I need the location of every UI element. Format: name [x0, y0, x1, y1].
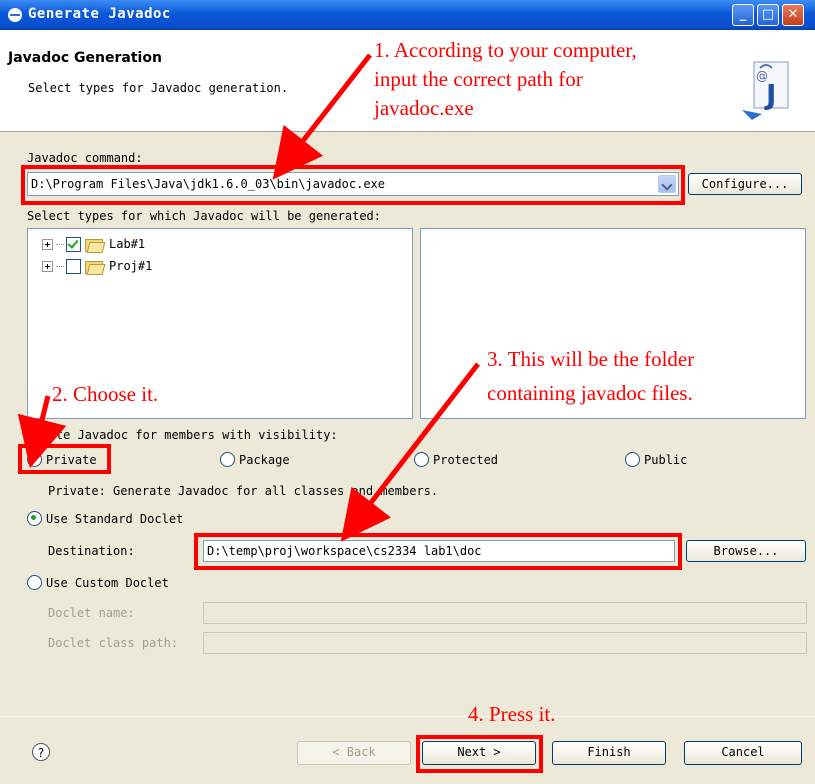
highlight-javadoc-command: [21, 165, 685, 205]
footer-separator: [0, 716, 815, 717]
radio-icon[interactable]: [414, 452, 429, 467]
minimize-button[interactable]: _: [732, 4, 754, 26]
highlight-private: [18, 444, 111, 474]
types-label: Select types for which Javadoc will be g…: [27, 209, 382, 223]
page-title: Javadoc Generation: [8, 50, 162, 66]
radio-standard-doclet[interactable]: Use Standard Doclet: [27, 511, 183, 526]
tree-item-label: Lab#1: [109, 237, 146, 251]
expand-icon[interactable]: [42, 260, 53, 272]
annotation-1-line2: input the correct path for: [374, 67, 583, 91]
destination-label: Destination:: [48, 544, 135, 558]
highlight-destination: [194, 533, 682, 570]
tree-item-proj1[interactable]: Proj#1: [42, 257, 152, 275]
proj1-checkbox[interactable]: [66, 258, 81, 274]
browse-button[interactable]: Browse...: [686, 540, 806, 562]
visibility-label: Create Javadoc for members with visibili…: [27, 428, 338, 442]
page-subtitle: Select types for Javadoc generation.: [28, 81, 289, 95]
doclet-name-label: Doclet name:: [48, 606, 135, 620]
doclet-classpath-label: Doclet class path:: [48, 636, 179, 650]
svg-text:J: J: [764, 78, 776, 111]
cancel-button[interactable]: Cancel: [684, 741, 802, 765]
radio-icon[interactable]: [27, 511, 42, 526]
annotation-1-line1: 1. According to your computer,: [374, 38, 637, 62]
annotation-1-line3: javadoc.exe: [374, 96, 474, 120]
radio-public[interactable]: Public: [625, 452, 687, 467]
radio-icon[interactable]: [625, 452, 640, 467]
help-icon[interactable]: ?: [32, 743, 50, 761]
back-button[interactable]: < Back: [297, 741, 411, 765]
javadoc-command-label: Javadoc command:: [27, 151, 143, 165]
folder-icon: [85, 237, 103, 252]
configure-button[interactable]: Configure...: [688, 173, 802, 195]
folder-icon: [85, 259, 103, 274]
highlight-next: [416, 735, 543, 773]
radio-custom-doclet[interactable]: Use Custom Doclet: [27, 575, 169, 590]
window-title: Generate Javadoc: [28, 6, 171, 22]
radio-package[interactable]: Package: [220, 452, 290, 467]
eclipse-icon: [8, 8, 22, 22]
doclet-name-input[interactable]: [203, 602, 807, 624]
radio-icon[interactable]: [220, 452, 235, 467]
tree-item-lab1[interactable]: Lab#1: [42, 235, 145, 253]
finish-button[interactable]: Finish: [552, 741, 666, 765]
visibility-description: Private: Generate Javadoc for all classe…: [48, 484, 439, 498]
annotation-3-line1: 3. This will be the folder: [487, 347, 695, 371]
lab1-checkbox[interactable]: [66, 236, 81, 252]
radio-protected[interactable]: Protected: [414, 452, 498, 467]
expand-icon[interactable]: [42, 238, 53, 250]
doclet-classpath-input[interactable]: [203, 632, 807, 654]
radio-icon[interactable]: [27, 575, 42, 590]
javadoc-wizard-icon: @ J: [742, 61, 789, 120]
tree-item-label: Proj#1: [109, 259, 153, 273]
annotation-3-line2: containing javadoc files.: [487, 381, 693, 405]
annotation-4: 4. Press it.: [468, 702, 556, 726]
maximize-button[interactable]: □: [757, 4, 779, 26]
annotation-2: 2. Choose it.: [52, 382, 159, 406]
close-button[interactable]: ✕: [782, 4, 804, 26]
